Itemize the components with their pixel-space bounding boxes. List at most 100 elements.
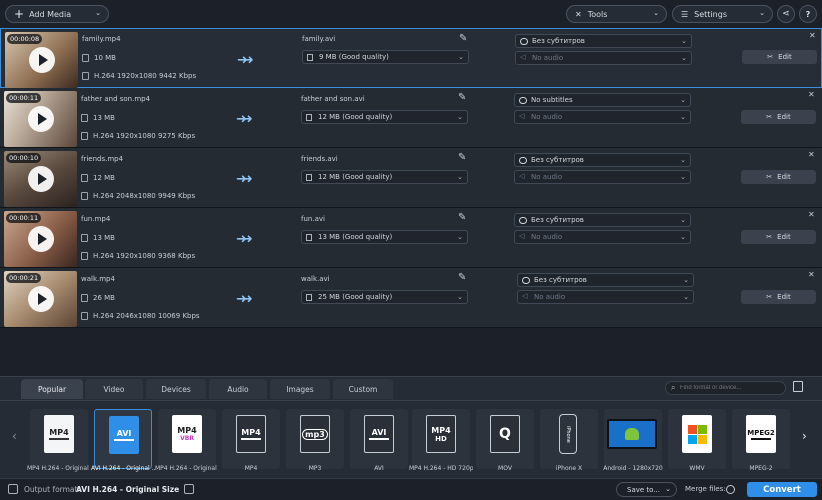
help-button[interactable]: ? [799, 5, 817, 23]
rename-pencil-icon[interactable]: ✎ [458, 213, 468, 223]
output-size-dropdown[interactable]: 12 MB (Good quality) ⌄ [301, 170, 468, 184]
chevron-down-icon: ⌄ [681, 37, 687, 45]
format-tile[interactable] [668, 409, 726, 469]
subtitles-dropdown[interactable]: Без субтитров ⌄ [517, 273, 694, 287]
format-tile[interactable]: MPEG2 [732, 409, 790, 469]
edit-button[interactable]: ✂ Edit [741, 110, 816, 124]
format-tile[interactable]: MP4 HD [412, 409, 470, 469]
video-thumbnail[interactable]: 00:00:08 [5, 32, 78, 88]
edit-button[interactable]: ✂ Edit [741, 290, 816, 304]
mpeg2-icon: MPEG2 [746, 415, 776, 453]
scroll-right-icon[interactable]: › [802, 429, 807, 443]
format-tile[interactable] [604, 409, 662, 469]
audio-dropdown[interactable]: ◁ No audio ⌄ [514, 170, 691, 184]
rename-pencil-icon[interactable]: ✎ [458, 93, 468, 103]
remove-file-icon[interactable]: ✕ [808, 270, 815, 279]
play-icon[interactable] [28, 166, 54, 192]
format-label: Android - 1280x720 [603, 465, 663, 472]
subtitles-dropdown[interactable]: Без субтитров ⌄ [514, 213, 691, 227]
tab-images[interactable]: Images [270, 379, 330, 399]
codec-info: H.264 2046x1080 10069 Kbps [93, 312, 200, 320]
audio-dropdown[interactable]: ◁ No audio ⌄ [514, 110, 691, 124]
audio-dropdown[interactable]: ◁ No audio ⌄ [517, 290, 694, 304]
edit-button[interactable]: ✂ Edit [741, 230, 816, 244]
audio-value: No audio [534, 293, 566, 301]
edit-button[interactable]: ✂ Edit [741, 170, 816, 184]
convert-arrow-icon: ➜➜ [236, 112, 253, 127]
tools-button[interactable]: ✕ Tools ⌄ [566, 5, 667, 23]
play-icon[interactable] [29, 47, 55, 73]
tab-devices[interactable]: Devices [146, 379, 206, 399]
play-icon[interactable] [28, 106, 54, 132]
add-media-button[interactable]: + Add Media ⌄ [5, 5, 109, 23]
plus-icon: + [14, 7, 25, 21]
remove-file-icon[interactable]: ✕ [809, 31, 816, 40]
file-row[interactable]: 00:00:10 friends.mp4 12 MB H.264 2048x10… [0, 148, 822, 208]
tab-custom[interactable]: Custom [333, 379, 393, 399]
save-to-dropdown[interactable]: Save to... ⌄ [616, 482, 677, 497]
video-thumbnail[interactable]: 00:00:21 [4, 271, 77, 327]
file-row[interactable]: 00:00:11 fun.mp4 13 MB H.264 1920x1080 9… [0, 208, 822, 268]
scissors-icon: ✂ [766, 113, 773, 121]
share-button[interactable]: ⋖ [777, 5, 795, 23]
rename-pencil-icon[interactable]: ✎ [458, 273, 468, 283]
format-tile[interactable]: iPhone [540, 409, 598, 469]
format-search[interactable]: ⌕ [665, 381, 786, 395]
tab-popular[interactable]: Popular [21, 379, 83, 399]
format-tile[interactable]: AVI [350, 409, 408, 469]
file-row[interactable]: 00:00:08 family.mp4 10 MB H.264 1920x108… [0, 28, 822, 88]
format-tile[interactable]: Q [476, 409, 534, 469]
play-icon[interactable] [28, 226, 54, 252]
tab-audio[interactable]: Audio [209, 379, 267, 399]
format-tile[interactable]: MP4 VBR [158, 409, 216, 469]
audio-dropdown[interactable]: ◁ No audio ⌄ [514, 230, 691, 244]
edit-label: Edit [777, 173, 791, 181]
file-name: fun.mp4 [81, 215, 111, 223]
settings-button[interactable]: ☰ Settings ⌄ [672, 5, 773, 23]
subtitles-dropdown[interactable]: No subtitles ⌄ [514, 93, 691, 107]
convert-button[interactable]: Convert [747, 482, 817, 497]
output-size-dropdown[interactable]: 25 MB (Good quality) ⌄ [301, 290, 468, 304]
play-icon[interactable] [28, 286, 54, 312]
file-row[interactable]: 00:00:11 father and son.mp4 13 MB H.264 … [0, 88, 822, 148]
edit-button[interactable]: ✂ Edit [742, 50, 817, 64]
video-thumbnail[interactable]: 00:00:11 [4, 211, 77, 267]
output-settings-icon[interactable] [184, 484, 194, 494]
chevron-down-icon: ⌄ [680, 216, 686, 224]
format-tile[interactable]: MP4 [30, 409, 88, 469]
video-thumbnail[interactable]: 00:00:11 [4, 91, 77, 147]
rename-pencil-icon[interactable]: ✎ [458, 153, 468, 163]
output-size-dropdown[interactable]: 9 MB (Good quality) ⌄ [302, 50, 469, 64]
file-icon [306, 174, 312, 181]
merge-toggle[interactable] [726, 485, 735, 494]
convert-arrow-icon: ➜➜ [236, 232, 253, 247]
film-icon [81, 312, 88, 320]
rename-pencil-icon[interactable]: ✎ [459, 34, 469, 44]
format-label: MOV [498, 465, 512, 472]
remove-file-icon[interactable]: ✕ [808, 90, 815, 99]
subtitles-dropdown[interactable]: Без субтитров ⌄ [514, 153, 691, 167]
remove-file-icon[interactable]: ✕ [808, 210, 815, 219]
speaker-icon: ◁ [519, 232, 525, 240]
file-size: 13 MB [93, 234, 115, 242]
export-format-icon[interactable] [793, 381, 803, 392]
format-tile[interactable]: AVI [94, 409, 152, 469]
save-to-label: Save to... [627, 485, 660, 494]
settings-gear-icon[interactable] [8, 484, 18, 494]
video-thumbnail[interactable]: 00:00:10 [4, 151, 77, 207]
file-row[interactable]: 00:00:21 walk.mp4 26 MB H.264 2046x1080 … [0, 268, 822, 328]
format-tile[interactable]: mp3 [286, 409, 344, 469]
format-tile[interactable]: MP4 [222, 409, 280, 469]
output-format-value[interactable]: AVI H.264 - Original Size [76, 485, 179, 494]
search-input[interactable] [680, 383, 780, 393]
output-size-dropdown[interactable]: 12 MB (Good quality) ⌄ [301, 110, 468, 124]
output-size-dropdown[interactable]: 13 MB (Good quality) ⌄ [301, 230, 468, 244]
remove-file-icon[interactable]: ✕ [808, 150, 815, 159]
audio-dropdown[interactable]: ◁ No audio ⌄ [515, 51, 692, 65]
chevron-down-icon: ⌄ [680, 156, 686, 164]
tab-video[interactable]: Video [85, 379, 143, 399]
file-icon [306, 294, 312, 301]
scroll-left-icon[interactable]: ‹ [12, 429, 17, 443]
output-file-name: family.avi [302, 35, 336, 43]
subtitles-dropdown[interactable]: Без субтитров ⌄ [515, 34, 692, 48]
